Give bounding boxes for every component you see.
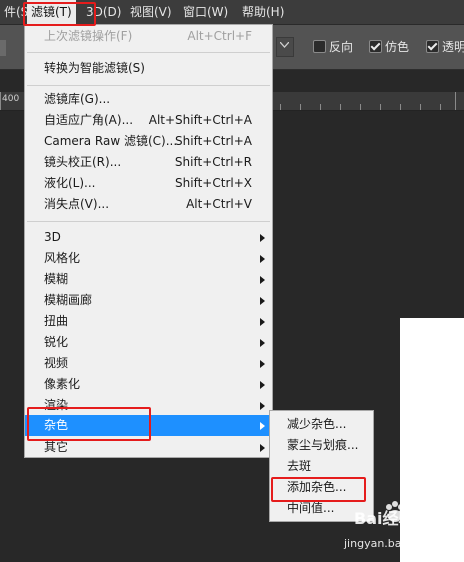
submenu-arrow-icon (260, 381, 265, 389)
submenu-item-dust-scratches[interactable]: 蒙尘与划痕... (270, 435, 373, 456)
submenu-arrow-icon (260, 297, 265, 305)
menu-item-shortcut: Shift+Ctrl+A (175, 134, 252, 148)
filter-menu: 上次滤镜操作(F) Alt+Ctrl+F 转换为智能滤镜(S) 滤镜库(G)..… (24, 24, 273, 458)
menu-item-camera-raw[interactable]: Camera Raw 滤镜(C)... Shift+Ctrl+A (25, 131, 272, 152)
menu-window[interactable]: 窗口(W) (179, 0, 232, 24)
annotation-box-add-noise (271, 477, 366, 502)
menu-item-lens-correction[interactable]: 镜头校正(R)... Shift+Ctrl+R (25, 152, 272, 173)
menu-item-label: 像素化 (44, 377, 81, 391)
annotation-box-filter-menu (23, 2, 96, 26)
reverse-checkbox[interactable] (313, 40, 326, 53)
menu-separator (27, 221, 270, 222)
menu-item-label: 视频 (44, 356, 69, 370)
menu-item-vanishing-point[interactable]: 消失点(V)... Alt+Ctrl+V (25, 194, 272, 215)
submenu-item-reduce-noise[interactable]: 减少杂色... (270, 414, 373, 435)
menu-item-shortcut: Alt+Ctrl+V (186, 197, 252, 211)
menu-item-video[interactable]: 视频 (25, 353, 272, 374)
menu-item-3d[interactable]: 3D (25, 227, 272, 248)
submenu-arrow-icon (260, 255, 265, 263)
ruler-tick (280, 104, 281, 110)
menu-item-distort[interactable]: 扭曲 (25, 311, 272, 332)
menu-separator (27, 85, 270, 86)
ruler-tick (340, 104, 341, 110)
ruler-tick (420, 104, 421, 110)
ruler-tick (320, 104, 321, 110)
mode-dropdown[interactable] (276, 37, 294, 57)
menu-item-convert-smart-filter[interactable]: 转换为智能滤镜(S) (25, 58, 272, 79)
ruler-tick (400, 104, 401, 110)
ruler-tick (380, 104, 381, 110)
menu-item-liquify[interactable]: 液化(L)... Shift+Ctrl+X (25, 173, 272, 194)
menu-view[interactable]: 视图(V) (126, 0, 176, 24)
menu-item-shortcut: Shift+Ctrl+R (174, 155, 252, 169)
submenu-arrow-icon (260, 276, 265, 284)
menu-item-filter-gallery[interactable]: 滤镜库(G)... (25, 89, 272, 110)
dither-checkbox[interactable] (369, 40, 382, 53)
toolbar-grip (0, 40, 6, 56)
menu-item-sharpen[interactable]: 锐化 (25, 332, 272, 353)
watermark-brand: Bai经验 (354, 509, 415, 528)
menu-item-label: 消失点(V)... (44, 197, 110, 211)
menu-item-label: 上次滤镜操作(F) (44, 29, 133, 43)
menu-item-label: 3D (44, 230, 61, 244)
menu-item-label: 模糊 (44, 272, 69, 286)
menu-item-pixelate[interactable]: 像素化 (25, 374, 272, 395)
submenu-item-label: 蒙尘与划痕... (287, 438, 359, 452)
submenu-arrow-icon (260, 318, 265, 326)
transparency-label: 透明 (442, 40, 464, 54)
ruler-tick (0, 92, 1, 110)
ruler-label: 400 (2, 94, 20, 104)
submenu-arrow-icon (260, 402, 265, 410)
menu-item-label: 自适应广角(A)... (44, 113, 134, 127)
submenu-item-label: 去斑 (287, 459, 312, 473)
ruler-tick (455, 92, 456, 110)
menu-item-shortcut: Alt+Ctrl+F (187, 29, 252, 43)
ruler-tick (360, 104, 361, 110)
menu-item-adaptive-wide-angle[interactable]: 自适应广角(A)... Alt+Shift+Ctrl+A (25, 110, 272, 131)
chevron-down-icon (280, 42, 289, 48)
reverse-label: 反向 (329, 40, 354, 54)
submenu-arrow-icon (260, 360, 265, 368)
submenu-arrow-icon (260, 444, 265, 452)
menu-item-label: 扭曲 (44, 314, 69, 328)
menu-item-blur-gallery[interactable]: 模糊画廊 (25, 290, 272, 311)
annotation-box-noise-item (27, 407, 151, 441)
menu-item-label: 风格化 (44, 251, 81, 265)
menu-item-blur[interactable]: 模糊 (25, 269, 272, 290)
submenu-arrow-icon (260, 422, 265, 430)
submenu-item-despeckle[interactable]: 去斑 (270, 456, 373, 477)
menu-item-label: 镜头校正(R)... (44, 155, 122, 169)
ruler-tick (440, 104, 441, 110)
watermark-url: jingyan.baidu.com (344, 537, 446, 550)
submenu-arrow-icon (260, 234, 265, 242)
submenu-item-label: 减少杂色... (287, 417, 347, 431)
submenu-arrow-icon (260, 339, 265, 347)
menu-separator (27, 52, 270, 53)
menu-item-label: 锐化 (44, 335, 69, 349)
menu-item-last-filter[interactable]: 上次滤镜操作(F) Alt+Ctrl+F (25, 26, 272, 47)
transparency-checkbox[interactable] (426, 40, 439, 53)
menu-item-shortcut: Alt+Shift+Ctrl+A (148, 113, 252, 127)
menu-item-label: Camera Raw 滤镜(C)... (44, 134, 178, 148)
menu-item-label: 滤镜库(G)... (44, 92, 111, 106)
menu-item-stylize[interactable]: 风格化 (25, 248, 272, 269)
menu-item-label: 液化(L)... (44, 176, 96, 190)
menu-help[interactable]: 帮助(H) (238, 0, 288, 24)
dither-label: 仿色 (385, 40, 410, 54)
menu-item-label: 转换为智能滤镜(S) (44, 61, 145, 75)
ruler-tick (300, 104, 301, 110)
menu-item-label: 模糊画廊 (44, 293, 93, 307)
menu-item-shortcut: Shift+Ctrl+X (175, 176, 252, 190)
